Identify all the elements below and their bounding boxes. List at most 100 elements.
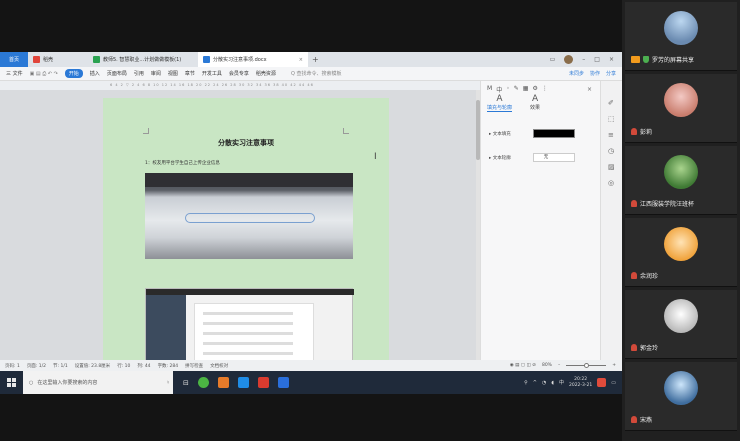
participant-tile-presenter[interactable]: 罗芳的屏幕共享 xyxy=(625,2,737,71)
menu-insert[interactable]: 插入 xyxy=(90,70,100,77)
network-icon[interactable]: ◔ xyxy=(542,380,546,386)
participant-tile[interactable]: 郭金玲 xyxy=(625,290,737,359)
doc-app-icon[interactable] xyxy=(277,377,289,388)
menu-file[interactable]: 三 文件 xyxy=(6,70,23,77)
participant-tile[interactable]: 余润珍 xyxy=(625,218,737,287)
pen-icon[interactable]: ✎ xyxy=(514,85,519,94)
ime-icon[interactable]: 中 xyxy=(559,379,564,386)
participant-tile[interactable]: 宋燕 xyxy=(625,362,737,431)
taskbar-search[interactable]: ○ 在这里输入你要搜索的内容 ♮ xyxy=(23,371,173,394)
tab-workbook[interactable]: 教师5. 智慧职业...计划做做模板(1) xyxy=(88,52,198,67)
history-icon[interactable]: ◷ xyxy=(608,147,614,155)
wps-app-icon[interactable] xyxy=(257,377,269,388)
panel-close-icon[interactable]: × xyxy=(587,86,592,93)
zoom-out-icon[interactable]: – xyxy=(558,363,560,368)
meeting-window: 首页 稻壳 教师5. 智慧职业...计划做做模板(1) 分散实习注意事项.doc… xyxy=(0,0,740,441)
document-page[interactable]: 分散实习注意事项 1：校友用平台学生自己上传企业信息 xyxy=(103,98,389,360)
horizontal-ruler[interactable]: 6 4 2 ▽ 2 4 6 8 10 12 14 16 18 20 22 24 … xyxy=(0,81,480,90)
image-icon[interactable]: ▨ xyxy=(608,163,615,171)
target-icon[interactable]: ◎ xyxy=(608,179,614,187)
participant-name: 江西服装学院汪班杯 xyxy=(640,201,695,208)
zoom-in-icon[interactable]: + xyxy=(612,363,616,368)
minimize-icon[interactable]: – xyxy=(582,56,585,63)
notification-app-icon[interactable] xyxy=(597,378,607,387)
document-paragraph-1[interactable]: 1：校友用平台学生自己上传企业信息 xyxy=(145,160,220,166)
participant-tile[interactable]: 彭莉 xyxy=(625,74,737,143)
document-title[interactable]: 分散实习注意事项 xyxy=(103,138,389,148)
taskbar-clock[interactable]: 20:22 2022-3-21 xyxy=(569,377,592,389)
margin-mark-top-right xyxy=(343,128,349,134)
menu-page-layout[interactable]: 页面布局 xyxy=(107,70,127,77)
zoom-slider-knob[interactable] xyxy=(584,363,590,368)
tab-effect[interactable]: A 效果 xyxy=(530,94,540,112)
adjust-icon[interactable]: ≡ xyxy=(608,131,614,139)
tab-active-document[interactable]: 分散实习注意事项.docx × xyxy=(198,52,308,67)
shared-screen: 首页 稻壳 教师5. 智慧职业...计划做做模板(1) 分散实习注意事项.doc… xyxy=(0,0,622,441)
layout-icon[interactable]: ▭ xyxy=(550,56,556,63)
embedded-photo-1[interactable] xyxy=(145,173,353,259)
text-outline-select[interactable]: 无 xyxy=(532,153,575,162)
status-page[interactable]: 页码: 1 xyxy=(5,363,20,369)
format-icon[interactable]: ✐ xyxy=(608,99,614,107)
participant-tile[interactable]: 江西服装学院汪班杯 xyxy=(625,146,737,215)
close-tab-icon[interactable]: × xyxy=(299,57,303,63)
windows-taskbar: ○ 在这里输入你要搜索的内容 ♮ ⊟ ⚲ ^ ◔ ◖ 中 20:22 2022-… xyxy=(0,371,622,394)
maximize-icon[interactable]: □ xyxy=(594,56,600,63)
menu-view[interactable]: 视图 xyxy=(168,70,178,77)
zoom-level[interactable]: 80% xyxy=(542,363,552,368)
microphone-icon[interactable]: ♮ xyxy=(167,380,173,386)
select-icon[interactable]: ⬚ xyxy=(608,115,615,123)
media-app-icon[interactable] xyxy=(217,377,229,388)
meeting-app-icon[interactable] xyxy=(237,377,249,388)
document-canvas[interactable]: 分散实习注意事项 1：校友用平台学生自己上传企业信息 I xyxy=(0,90,480,360)
text-style-icon[interactable]: M xyxy=(487,85,492,94)
share-button[interactable]: 分享 xyxy=(606,70,616,77)
browser-app-icon[interactable] xyxy=(197,377,209,388)
person-icon[interactable]: ⚲ xyxy=(524,380,528,386)
command-search[interactable]: Q 查找命令、搜索模板 xyxy=(291,70,342,77)
text-fill-color-swatch[interactable] xyxy=(532,129,575,138)
menu-member[interactable]: 会员专享 xyxy=(229,70,249,77)
add-tab-button[interactable]: + xyxy=(312,55,319,64)
more-icon[interactable]: ⋮ xyxy=(542,85,548,94)
text-fill-icon: A xyxy=(496,94,503,104)
tab-document-label: 分散实习注意事项.docx xyxy=(213,57,267,63)
language-icon[interactable]: 中 xyxy=(496,85,502,94)
menu-start[interactable]: 开始 xyxy=(64,69,83,78)
menu-references[interactable]: 引用 xyxy=(134,70,144,77)
volume-icon[interactable]: ◖ xyxy=(551,380,554,386)
tray-chevron-icon[interactable]: ^ xyxy=(533,380,537,386)
collab-button[interactable]: 协作 xyxy=(590,70,600,77)
status-section[interactable]: 节: 1/1 xyxy=(53,363,68,369)
windows-start-button[interactable] xyxy=(0,371,23,394)
tab-docer[interactable]: 稻壳 xyxy=(28,52,88,67)
grid-icon[interactable]: ▦ xyxy=(523,85,529,94)
menu-review[interactable]: 审阅 xyxy=(151,70,161,77)
dot-icon[interactable]: ◦ xyxy=(506,85,510,94)
settings-icon[interactable]: ⚙ xyxy=(532,85,537,94)
menu-docer-resources[interactable]: 稻壳资源 xyxy=(256,70,276,77)
action-center-icon[interactable]: ▭ xyxy=(611,380,616,386)
photo-1-input-shape xyxy=(185,213,315,223)
menu-developer[interactable]: 开发工具 xyxy=(202,70,222,77)
tab-effect-label: 效果 xyxy=(530,105,541,111)
menu-chapter[interactable]: 章节 xyxy=(185,70,195,77)
view-mode-icons[interactable]: ◉ ▤ ▢ ◫ ⊘ xyxy=(510,363,536,368)
participants-panel: 罗芳的屏幕共享 彭莉 江西服装学院汪班杯 余润珍 郭金玲 宋燕 xyxy=(622,0,740,441)
embedded-screenshot-2[interactable] xyxy=(145,288,354,360)
spell-check-button[interactable]: 拼写检查 xyxy=(185,363,203,369)
doc-check-button[interactable]: 文档校对 xyxy=(210,363,228,369)
sync-status[interactable]: 未同步 xyxy=(569,70,584,77)
tab-fill-outline[interactable]: A 填充与轮廓 xyxy=(487,94,513,112)
user-avatar[interactable] xyxy=(564,55,574,64)
close-window-icon[interactable]: × xyxy=(609,56,614,63)
status-word-count[interactable]: 字数: 284 xyxy=(158,363,179,369)
participant-name-row: 彭莉 xyxy=(631,127,652,136)
zoom-slider[interactable] xyxy=(566,363,607,368)
form-row xyxy=(203,322,293,325)
task-view-icon[interactable]: ⊟ xyxy=(183,379,189,387)
status-pages[interactable]: 页面: 1/2 xyxy=(27,363,46,369)
toolbar-quick-icons[interactable]: ▣ ▤ ⎙ ↶ ↷ xyxy=(30,71,58,77)
tab-home[interactable]: 首页 xyxy=(0,52,28,67)
panel-toolbar: M 中 ◦ ✎ ▦ ⚙ ⋮ xyxy=(487,85,548,94)
